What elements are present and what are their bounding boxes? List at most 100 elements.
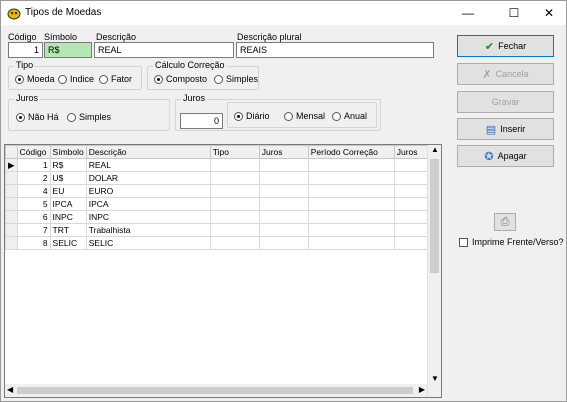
periodo-radio-anual[interactable]: Anual [332,111,367,121]
periodo-radio-diario[interactable]: Diário [234,111,270,121]
juros-radio-nao-ha[interactable]: Não Há [16,112,59,122]
inserir-button[interactable]: ▤ Inserir [457,118,554,140]
descricao-plural-field[interactable]: REAIS [236,42,434,58]
table-row[interactable]: ▶1R$REAL0 [5,158,439,172]
scroll-up-icon[interactable]: ▲ [431,145,439,154]
scroll-thumb-h[interactable] [17,387,413,394]
current-row-indicator-icon[interactable]: ▶ [5,158,18,172]
table-cell[interactable] [307,236,395,250]
table-cell[interactable] [307,223,395,237]
table-cell[interactable]: SELIC [49,236,87,250]
table-row[interactable]: 5IPCAIPCA0 [5,197,439,211]
table-cell[interactable] [209,223,260,237]
print-icon[interactable]: ⎙ [494,213,516,231]
descricao-label: Descrição [96,32,137,42]
table-cell[interactable]: 5 [16,197,51,211]
col-header-descricao[interactable]: Descrição [85,145,211,159]
table-cell[interactable]: 2 [16,171,51,185]
horizontal-scrollbar[interactable]: ◀ ▶ [5,384,427,397]
close-button[interactable]: ✕ [533,1,565,25]
scroll-thumb[interactable] [430,159,439,273]
codigo-field[interactable]: 1 [8,42,43,58]
minimize-button[interactable]: — [452,1,484,25]
col-header-codigo[interactable]: Código [16,145,51,159]
cancela-button[interactable]: ✗ Cancela [457,63,554,85]
periodo-radio-mensal[interactable]: Mensal [284,111,325,121]
row-indicator[interactable] [5,171,18,185]
juros-valor-field[interactable]: 0 [180,113,223,129]
tipo-radio-moeda[interactable]: Moeda [15,74,55,84]
table-cell[interactable]: EU [49,184,87,198]
table-cell[interactable] [258,197,309,211]
table-cell[interactable]: IPCA [49,197,87,211]
table-cell[interactable] [258,223,309,237]
scroll-left-icon[interactable]: ◀ [7,385,13,394]
table-cell[interactable]: R$ [49,158,87,172]
table-cell[interactable] [258,236,309,250]
table-cell[interactable] [209,158,260,172]
row-indicator[interactable] [5,223,18,237]
table-row[interactable]: 8SELICSELIC0 [5,236,439,250]
simbolo-label: Símbolo [44,32,78,42]
table-row[interactable]: 6INPCINPC0 [5,210,439,224]
table-cell[interactable] [307,210,395,224]
scroll-down-icon[interactable]: ▼ [431,374,439,383]
col-header-periodo-correcao[interactable]: Período Correção [307,145,395,159]
row-indicator[interactable] [5,210,18,224]
row-indicator[interactable] [5,236,18,250]
row-indicator[interactable] [5,197,18,211]
tipo-radio-fator[interactable]: Fator [99,74,132,84]
table-cell[interactable]: IPCA [85,197,211,211]
maximize-button[interactable]: ☐ [498,1,530,25]
table-cell[interactable] [258,158,309,172]
calculo-radio-simples[interactable]: Simples [214,74,258,84]
table-cell[interactable] [209,236,260,250]
simbolo-field[interactable]: R$ [44,42,92,58]
gravar-button[interactable]: Gravar [457,91,554,113]
table-cell[interactable] [307,158,395,172]
table-cell[interactable] [209,184,260,198]
table-cell[interactable] [209,171,260,185]
table-cell[interactable]: 6 [16,210,51,224]
table-cell[interactable] [209,210,260,224]
table-cell[interactable] [307,171,395,185]
juros-valor-label: Juros [181,93,208,103]
table-cell[interactable]: 8 [16,236,51,250]
imprime-checkbox[interactable] [459,238,468,247]
table-cell[interactable]: U$ [49,171,87,185]
table-cell[interactable]: 4 [16,184,51,198]
vertical-scrollbar[interactable]: ▲ ▼ [427,145,441,397]
juros-radio-simples[interactable]: Simples [67,112,111,122]
fechar-button[interactable]: ✔ Fechar [457,35,554,57]
juros-group: Juros Não Há Simples [8,93,170,131]
table-cell[interactable]: SELIC [85,236,211,250]
table-cell[interactable]: Trabalhista [85,223,211,237]
table-cell[interactable]: REAL [85,158,211,172]
table-cell[interactable]: TRT [49,223,87,237]
col-header-simbolo[interactable]: Símbolo [49,145,87,159]
currency-grid[interactable]: Código Símbolo Descrição Tipo Juros Perí… [4,144,442,398]
table-cell[interactable]: DOLAR [85,171,211,185]
tipo-radio-indice[interactable]: Indice [58,74,94,84]
row-indicator[interactable] [5,184,18,198]
table-cell[interactable] [258,184,309,198]
table-cell[interactable]: 1 [16,158,51,172]
table-cell[interactable] [258,210,309,224]
table-cell[interactable]: 7 [16,223,51,237]
descricao-field[interactable]: REAL [94,42,234,58]
apagar-button[interactable]: ✪ Apagar [457,145,554,167]
table-cell[interactable] [307,184,395,198]
col-header-juros[interactable]: Juros [258,145,309,159]
col-header-tipo[interactable]: Tipo [209,145,260,159]
table-row[interactable]: 7TRTTrabalhista1 [5,223,439,237]
calculo-radio-composto[interactable]: Composto [154,74,207,84]
table-cell[interactable] [307,197,395,211]
table-cell[interactable] [258,171,309,185]
table-cell[interactable] [209,197,260,211]
table-row[interactable]: 2U$DOLAR0 [5,171,439,185]
table-row[interactable]: 4EUEURO0 [5,184,439,198]
table-cell[interactable]: INPC [85,210,211,224]
scroll-right-icon[interactable]: ▶ [419,385,425,394]
table-cell[interactable]: INPC [49,210,87,224]
table-cell[interactable]: EURO [85,184,211,198]
